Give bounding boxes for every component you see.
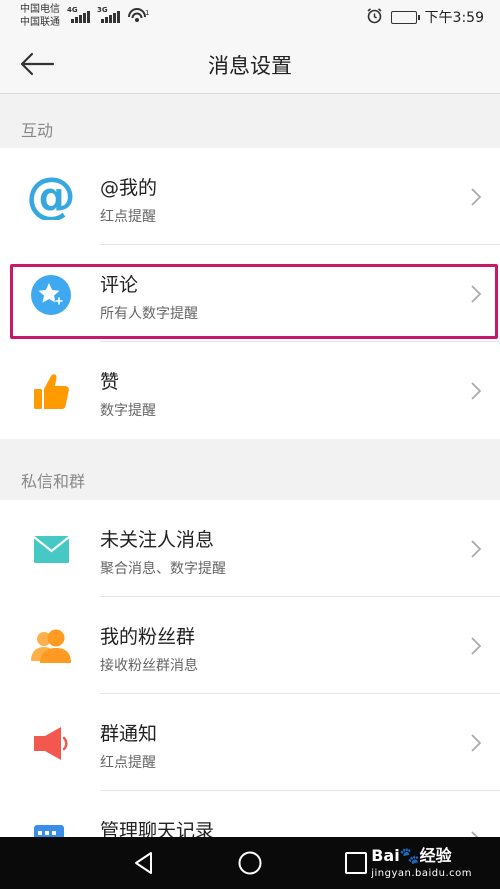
network-type-2: 3G [97, 6, 108, 14]
recents-square-icon[interactable] [341, 848, 371, 878]
watermark-domain: jingyan.baidu.com [371, 868, 472, 879]
baidu-jingyan-watermark: Bai🐾经验 jingyan.baidu.com [371, 847, 472, 883]
chevron-right-icon [471, 188, 482, 206]
thumbs-up-icon [28, 368, 74, 414]
setting-row-mentions[interactable]: @ @我的 红点提醒 [0, 148, 500, 245]
setting-row-fan-groups[interactable]: 我的粉丝群 接收粉丝群消息 [0, 597, 500, 694]
home-circle-icon[interactable] [235, 848, 265, 878]
row-title: 未关注人消息 [100, 529, 215, 551]
row-title: @我的 [100, 177, 158, 199]
row-subtitle: 聚合消息、数字提醒 [100, 561, 226, 577]
at-icon: @ [26, 167, 76, 225]
svg-text:@: @ [28, 174, 74, 220]
carrier-2: 中国联通 [20, 17, 60, 28]
row-title: 群通知 [100, 723, 158, 745]
row-subtitle: 所有人数字提醒 [100, 306, 198, 322]
row-title: 我的粉丝群 [100, 626, 196, 648]
status-bar: 中国电信 中国联通 4G 3G 1 下午3:59 [0, 0, 500, 34]
section-header-interaction: 互动 [0, 94, 500, 148]
speaker-icon [28, 720, 74, 766]
setting-row-likes[interactable]: 赞 数字提醒 [0, 342, 500, 439]
hotspot-badge: 1 [145, 9, 149, 17]
back-triangle-icon[interactable] [129, 848, 159, 878]
status-right: 下午3:59 [366, 7, 484, 28]
star-comment-icon [28, 271, 74, 317]
row-subtitle: 红点提醒 [100, 209, 156, 225]
setting-row-stranger-messages[interactable]: 未关注人消息 聚合消息、数字提醒 [0, 500, 500, 597]
envelope-icon [28, 526, 74, 572]
system-navigation-bar: Bai🐾经验 jingyan.baidu.com [0, 837, 500, 889]
row-title: 赞 [100, 371, 120, 393]
chevron-right-icon [471, 734, 482, 752]
section-header-messages-groups: 私信和群 [0, 439, 500, 500]
title-bar: 消息设置 [0, 34, 500, 94]
battery-icon [390, 10, 420, 24]
interaction-group: @ @我的 红点提醒 评论 所有人数字提醒 赞 数字提醒 [0, 148, 500, 439]
chevron-right-icon [471, 540, 482, 558]
hotspot-icon: 1 [127, 8, 149, 30]
network-type-1: 4G [67, 6, 78, 14]
paw-icon: 🐾 [399, 846, 420, 865]
carrier-1: 中国电信 [20, 4, 60, 15]
setting-row-group-notices[interactable]: 群通知 红点提醒 [0, 694, 500, 791]
row-title: 评论 [100, 274, 139, 296]
watermark-brand: Bai [371, 846, 400, 865]
row-subtitle: 红点提醒 [100, 755, 156, 771]
carrier-names: 中国电信 中国联通 [20, 3, 60, 29]
clock-time: 下午3:59 [424, 10, 484, 26]
chevron-right-icon [471, 285, 482, 303]
chevron-right-icon [471, 382, 482, 400]
setting-row-comments[interactable]: 评论 所有人数字提醒 [0, 245, 500, 342]
messages-groups-group: 未关注人消息 聚合消息、数字提醒 我的粉丝群 接收粉丝群消息 群通知 红点提醒 … [0, 500, 500, 888]
page-title: 消息设置 [208, 54, 292, 78]
chevron-right-icon [471, 637, 482, 655]
row-subtitle: 接收粉丝群消息 [100, 658, 198, 674]
watermark-suffix: 经验 [419, 846, 452, 865]
row-subtitle: 数字提醒 [100, 403, 156, 419]
fans-group-icon [28, 623, 74, 669]
alarm-icon [366, 7, 383, 28]
